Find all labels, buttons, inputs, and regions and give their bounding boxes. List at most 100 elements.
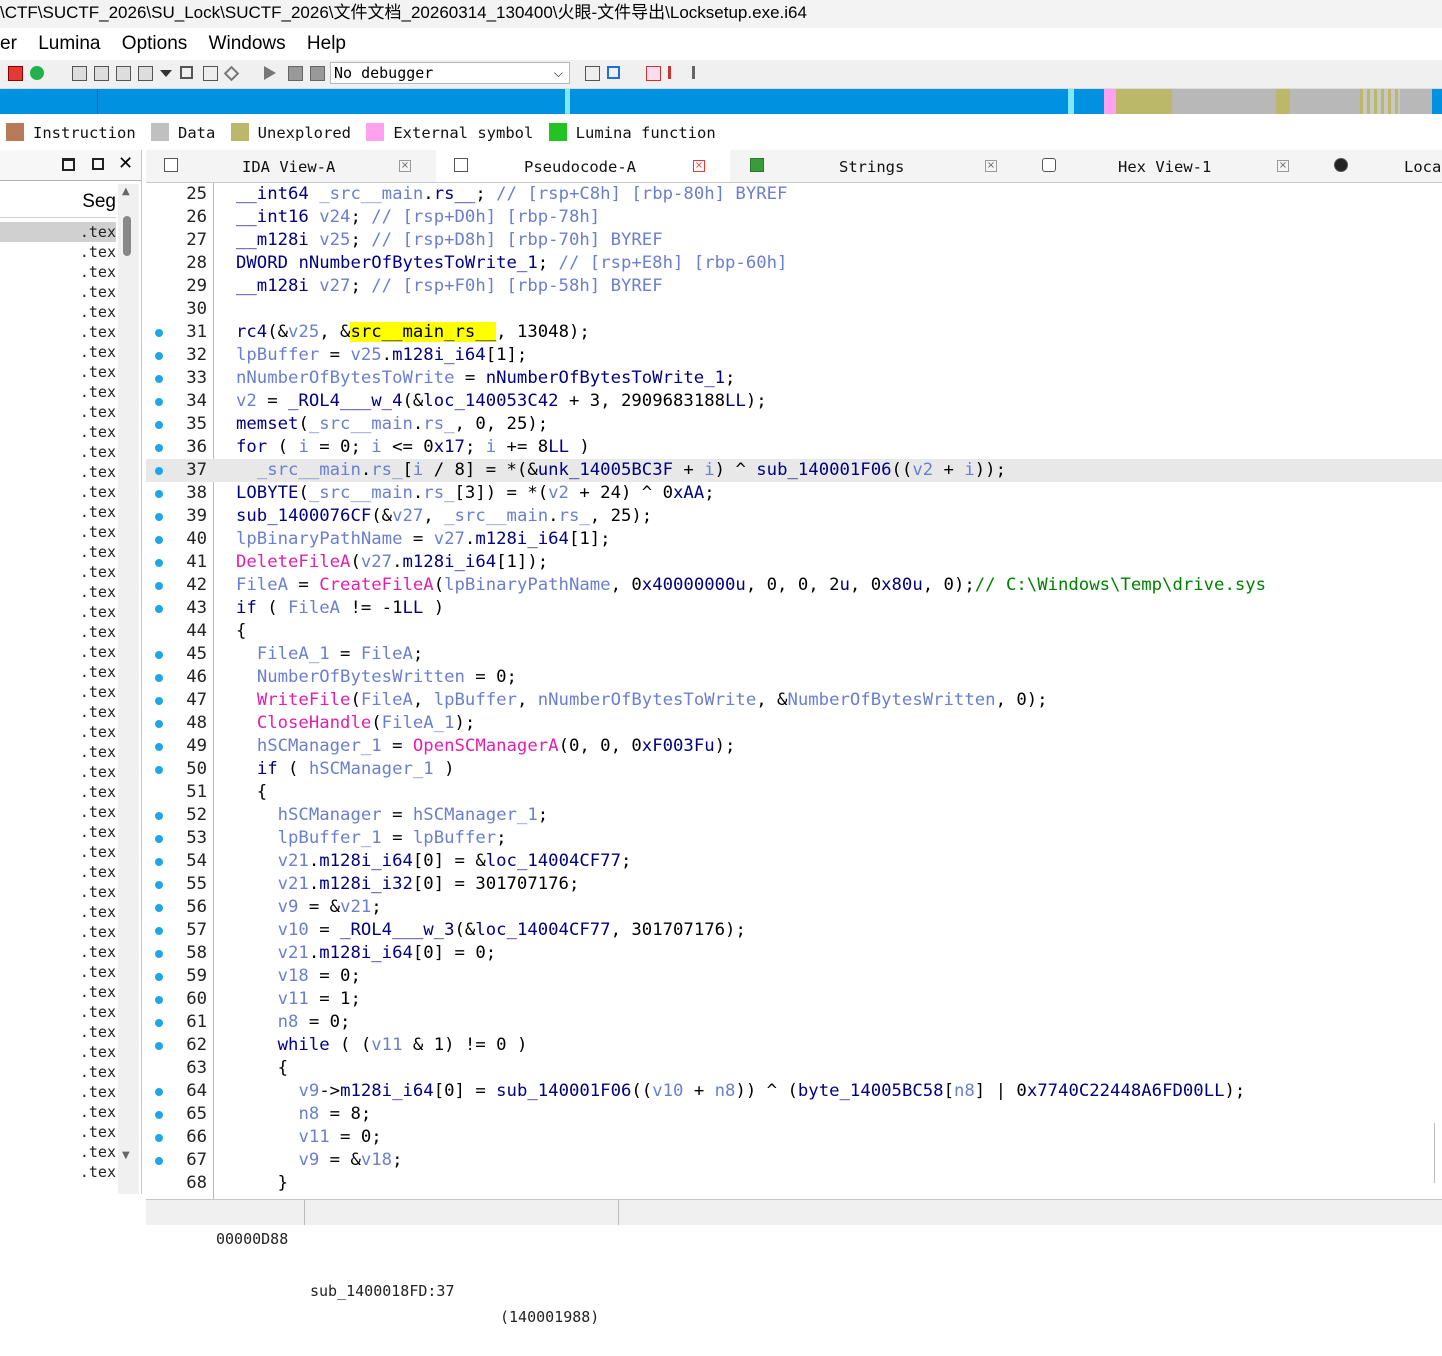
restore-icon[interactable]: [92, 158, 104, 170]
pause-icon[interactable]: [288, 66, 303, 81]
code-line[interactable]: 57 v10 = _ROL4___w_3(&loc_14004CF77, 301…: [146, 919, 1442, 942]
segment-row[interactable]: .tex: [0, 882, 116, 902]
menu-item-options[interactable]: Options: [122, 33, 187, 54]
code-line[interactable]: 67 v9 = &v18;: [146, 1149, 1442, 1172]
segment-row[interactable]: .tex: [0, 842, 116, 862]
tab-pseudocode-a[interactable]: Pseudocode-A ×: [436, 150, 730, 182]
segment-scrollbar[interactable]: ▲ ▼: [118, 184, 139, 1194]
segment-row[interactable]: .tex: [0, 762, 116, 782]
segment-row[interactable]: .tex: [0, 502, 116, 522]
code-line[interactable]: 63 {: [146, 1057, 1442, 1080]
menu-item-windows[interactable]: Windows: [209, 33, 286, 54]
code-c-icon[interactable]: [585, 66, 600, 81]
scroll-up-icon[interactable]: ▲: [122, 186, 130, 197]
enum-icon[interactable]: [138, 66, 153, 81]
paste-icon[interactable]: [94, 66, 109, 81]
segment-row[interactable]: .tex: [0, 1142, 116, 1162]
stop-icon[interactable]: [8, 66, 23, 81]
list-arrow-icon[interactable]: [668, 66, 684, 79]
code-line[interactable]: 68 }: [146, 1172, 1442, 1195]
code-line[interactable]: 50 if ( hSCManager_1 ): [146, 758, 1442, 781]
segment-row[interactable]: .tex: [0, 222, 116, 242]
debugger-select[interactable]: No debugger ⌵: [330, 62, 570, 84]
code-line[interactable]: 28 DWORD nNumberOfBytesToWrite_1; // [rsp…: [146, 252, 1442, 275]
code-line[interactable]: 47 WriteFile(FileA, lpBuffer, nNumberOfB…: [146, 689, 1442, 712]
maximize-icon[interactable]: [62, 158, 75, 171]
menu-item-lumina[interactable]: Lumina: [38, 33, 100, 54]
diamond-icon[interactable]: [223, 65, 240, 82]
segment-row[interactable]: .tex: [0, 382, 116, 402]
segment-row[interactable]: .tex: [0, 422, 116, 442]
tab-close-icon[interactable]: ×: [693, 160, 705, 172]
code-line[interactable]: 49 hSCManager_1 = OpenSCManagerA(0, 0, 0…: [146, 735, 1442, 758]
code-line[interactable]: 66 v11 = 0;: [146, 1126, 1442, 1149]
segment-row[interactable]: .tex: [0, 922, 116, 942]
segment-row[interactable]: .tex: [0, 862, 116, 882]
code-line[interactable]: 52 hSCManager = hSCManager_1;: [146, 804, 1442, 827]
copy-icon[interactable]: [72, 66, 87, 81]
segment-column-header[interactable]: Seg: [0, 184, 116, 218]
tab-close-icon[interactable]: ×: [399, 160, 411, 172]
code-line[interactable]: 32 lpBuffer = v25.m128i_i64[1];: [146, 344, 1442, 367]
code-line[interactable]: 65 n8 = 8;: [146, 1103, 1442, 1126]
segment-row[interactable]: .tex: [0, 282, 116, 302]
segment-row[interactable]: .tex: [0, 622, 116, 642]
segment-row[interactable]: .tex: [0, 902, 116, 922]
segment-row[interactable]: .tex: [0, 542, 116, 562]
stop-debug-icon[interactable]: [310, 66, 325, 81]
segment-row[interactable]: .tex: [0, 342, 116, 362]
scroll-down-icon[interactable]: ▼: [122, 1150, 130, 1161]
code-scrollbar[interactable]: [1434, 1123, 1442, 1183]
segment-row[interactable]: .tex: [0, 802, 116, 822]
segment-row[interactable]: .tex: [0, 1122, 116, 1142]
structure-icon[interactable]: [116, 66, 131, 81]
code-line[interactable]: 25 __int64 _src__main.rs__; // [rsp+C8h] …: [146, 183, 1442, 206]
segment-row[interactable]: .tex: [0, 1002, 116, 1022]
segment-row[interactable]: .tex: [0, 722, 116, 742]
segment-row[interactable]: .tex: [0, 562, 116, 582]
code-line[interactable]: 54 v21.m128i_i64[0] = &loc_14004CF77;: [146, 850, 1442, 873]
segment-row[interactable]: .tex: [0, 782, 116, 802]
segment-row[interactable]: .tex: [0, 362, 116, 382]
dropdown-arrow-icon[interactable]: [160, 70, 172, 77]
code-line[interactable]: 35 memset(_src__main.rs_, 0, 25);: [146, 413, 1442, 436]
segment-row[interactable]: .tex: [0, 702, 116, 722]
tab-strings[interactable]: Strings ×: [732, 150, 1022, 182]
code-line[interactable]: 39 sub_1400076CF(&v27, _src__main.rs_, 25…: [146, 505, 1442, 528]
segment-row[interactable]: .tex: [0, 742, 116, 762]
code-line[interactable]: 29 __m128i v27; // [rsp+F0h] [rbp-58h] BY…: [146, 275, 1442, 298]
segment-row[interactable]: .tex: [0, 1082, 116, 1102]
segment-row[interactable]: .tex: [0, 602, 116, 622]
code-line[interactable]: 62 while ( (v11 & 1) != 0 ): [146, 1034, 1442, 1057]
segment-row[interactable]: .tex: [0, 242, 116, 262]
segment-row[interactable]: .tex: [0, 942, 116, 962]
code-line[interactable]: 34 v2 = _ROL4___w_4(&loc_140053C42 + 3, 2…: [146, 390, 1442, 413]
code-line[interactable]: 64 v9->m128i_i64[0] = sub_140001F06((v10…: [146, 1080, 1442, 1103]
code-line[interactable]: 37 _src__main.rs_[i / 8] = *(&unk_14005B…: [146, 459, 1442, 482]
code-line[interactable]: 40 lpBinaryPathName = v27.m128i_i64[1];: [146, 528, 1442, 551]
code-line[interactable]: 59 v18 = 0;: [146, 965, 1442, 988]
segment-row[interactable]: .tex: [0, 462, 116, 482]
segment-row[interactable]: .tex: [0, 1042, 116, 1062]
code-c-active-icon[interactable]: [607, 66, 620, 79]
list-gray-icon[interactable]: [692, 66, 708, 79]
tab-close-icon[interactable]: ×: [1277, 160, 1289, 172]
segment-row[interactable]: .tex: [0, 982, 116, 1002]
tab-hex-view-1[interactable]: Hex View-1 ×: [1024, 150, 1314, 182]
code-line[interactable]: 46 NumberOfBytesWritten = 0;: [146, 666, 1442, 689]
segment-row[interactable]: .tex: [0, 662, 116, 682]
code-line[interactable]: 45 FileA_1 = FileA;: [146, 643, 1442, 666]
segment-row[interactable]: .tex: [0, 522, 116, 542]
code-line[interactable]: 41 DeleteFileA(v27.m128i_i64[1]);: [146, 551, 1442, 574]
run-green-icon[interactable]: [30, 66, 44, 80]
scroll-thumb[interactable]: [123, 216, 131, 256]
segment-row[interactable]: .tex: [0, 1022, 116, 1042]
code-line[interactable]: 30: [146, 298, 1442, 321]
code-line[interactable]: 26 __int16 v24; // [rsp+D0h] [rbp-78h]: [146, 206, 1442, 229]
menu-item-debugger[interactable]: er: [0, 33, 17, 54]
code-line[interactable]: 31 rc4(&v25, &src__main_rs__, 13048);: [146, 321, 1442, 344]
code-line[interactable]: 36 for ( i = 0; i <= 0x17; i += 8LL ): [146, 436, 1442, 459]
tab-close-icon[interactable]: ×: [985, 160, 997, 172]
segment-row[interactable]: .tex: [0, 1102, 116, 1122]
tab-ida-view-a[interactable]: IDA View-A ×: [146, 150, 434, 182]
